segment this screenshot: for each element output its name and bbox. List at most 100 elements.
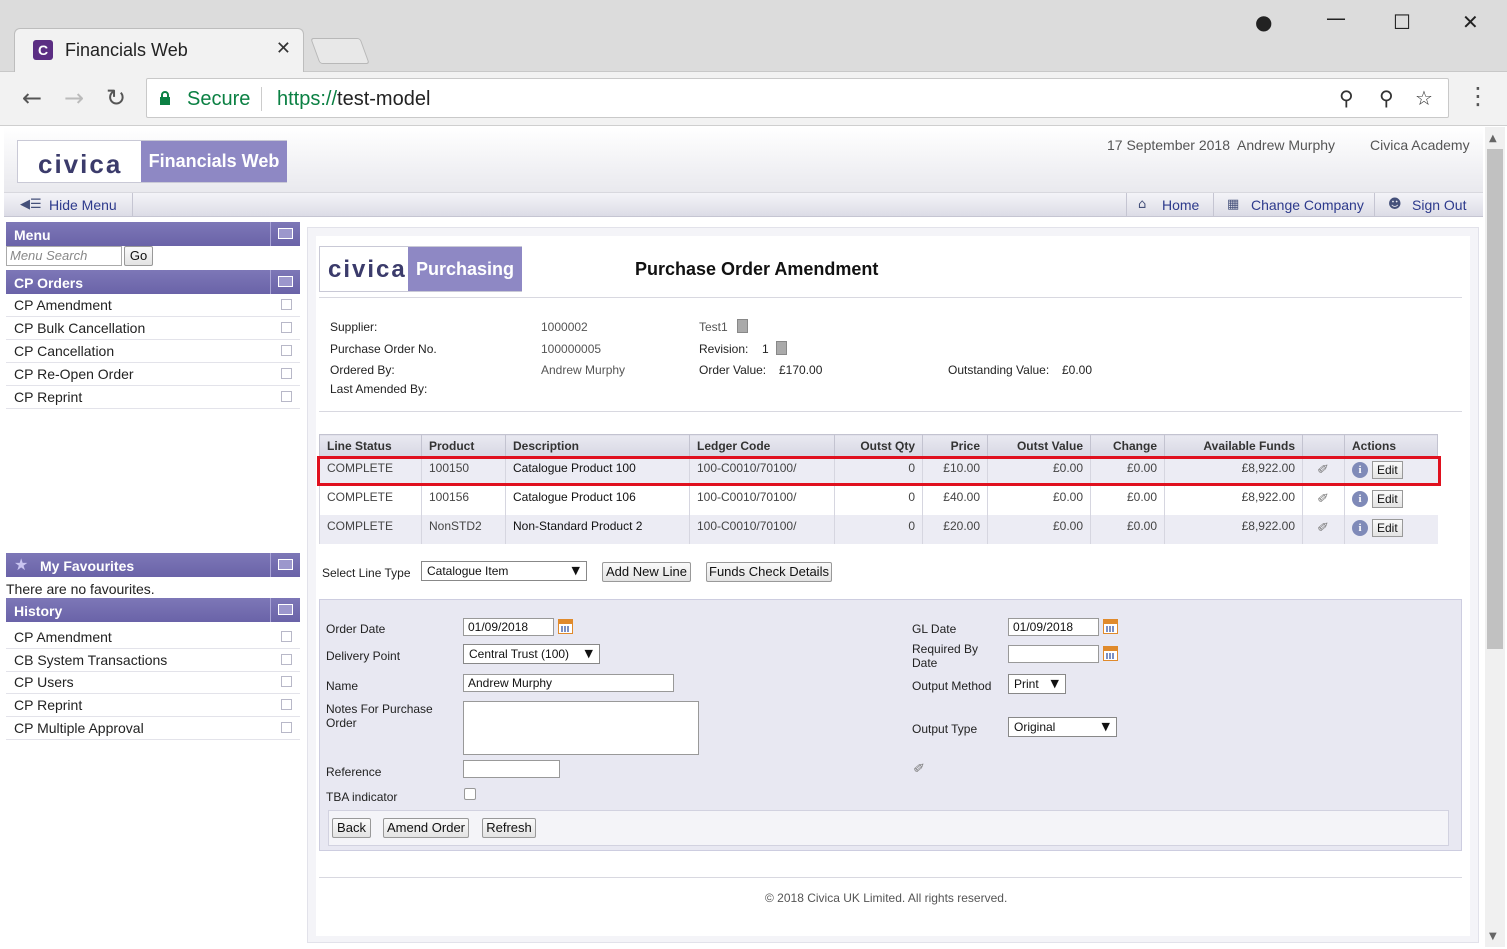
col-change[interactable]: Change — [1090, 434, 1165, 457]
external-link-icon[interactable] — [281, 345, 292, 356]
paperclip-icon[interactable]: ✏ — [910, 758, 929, 778]
home-link[interactable]: Home — [1162, 197, 1199, 213]
forward-arrow-icon[interactable]: → — [64, 84, 84, 112]
output-method-label: Output Method — [912, 679, 992, 693]
panel-toggle-icon[interactable] — [270, 598, 300, 622]
back-arrow-icon[interactable]: ← — [22, 84, 42, 112]
col-outst-value[interactable]: Outst Value — [987, 434, 1091, 457]
menu-search-go-button[interactable]: Go — [124, 246, 153, 266]
menu-search-input[interactable]: Menu Search — [6, 246, 122, 266]
document-icon[interactable] — [776, 341, 787, 355]
bookmark-star-icon[interactable]: ☆ — [1415, 86, 1433, 110]
col-description[interactable]: Description — [505, 434, 690, 457]
panel-toggle-icon[interactable] — [270, 222, 300, 246]
calendar-icon[interactable] — [1103, 646, 1118, 661]
delivery-point-select[interactable]: Central Trust (100) ▼ — [463, 644, 600, 664]
col-outst-qty[interactable]: Outst Qty — [834, 434, 923, 457]
tba-indicator-checkbox[interactable] — [464, 788, 476, 800]
history-header[interactable]: History — [6, 598, 300, 622]
cp-orders-header[interactable]: CP Orders — [6, 270, 300, 294]
window-close-icon[interactable]: ✕ — [1462, 10, 1479, 34]
paperclip-icon[interactable]: ✏ — [1314, 517, 1333, 537]
cell-qty: 0 — [834, 514, 923, 544]
notes-textarea[interactable] — [463, 701, 699, 755]
address-bar[interactable]: Secure https://test-model ⚲ ⚲ ☆ — [146, 78, 1449, 118]
back-button[interactable]: Back — [332, 818, 371, 838]
external-link-icon[interactable] — [281, 391, 292, 402]
scrollbar-thumb[interactable] — [1487, 149, 1503, 649]
external-link-icon[interactable] — [281, 722, 292, 733]
favourites-header[interactable]: ★ My Favourites — [6, 553, 300, 577]
menu-item-cp-reprint[interactable]: CP Reprint — [6, 386, 300, 409]
output-type-select[interactable]: Original ▼ — [1008, 717, 1117, 737]
order-date-input[interactable]: 01/09/2018 — [463, 618, 554, 636]
calendar-icon[interactable] — [1103, 619, 1118, 634]
browser-tab[interactable]: C Financials Web ✕ — [14, 28, 304, 72]
external-link-icon[interactable] — [281, 654, 292, 665]
external-link-icon[interactable] — [281, 368, 292, 379]
tab-close-icon[interactable]: ✕ — [276, 38, 291, 59]
external-link-icon[interactable] — [281, 676, 292, 687]
change-company-link[interactable]: Change Company — [1251, 197, 1364, 213]
refresh-button[interactable]: Refresh — [482, 818, 536, 838]
external-link-icon[interactable] — [281, 631, 292, 642]
amend-order-button[interactable]: Amend Order — [383, 818, 469, 838]
line-type-select[interactable]: Catalogue Item ▼ — [421, 561, 587, 581]
panel-toggle-icon[interactable] — [270, 553, 300, 577]
reference-input[interactable] — [463, 760, 560, 778]
edit-button[interactable]: Edit — [1372, 489, 1403, 508]
maximize-icon[interactable]: ☐ — [1393, 10, 1411, 34]
hide-menu-icon[interactable]: ◀☰ — [20, 197, 42, 212]
info-icon[interactable]: i — [1352, 490, 1368, 507]
key-icon[interactable]: ⚲ — [1339, 86, 1354, 110]
external-link-icon[interactable] — [281, 322, 292, 333]
menu-item-cp-bulk-cancellation[interactable]: CP Bulk Cancellation — [6, 317, 300, 340]
name-input[interactable]: Andrew Murphy — [463, 674, 674, 692]
info-icon[interactable]: i — [1352, 519, 1368, 536]
zoom-icon[interactable]: ⚲ — [1379, 86, 1394, 110]
cell-funds: £8,922.00 — [1164, 485, 1303, 515]
calendar-icon[interactable] — [558, 619, 573, 634]
table-row[interactable]: COMPLETE NonSTD2 Non-Standard Product 2 … — [319, 514, 1438, 544]
sign-out-link[interactable]: Sign Out — [1412, 197, 1466, 213]
home-icon[interactable]: ⌂ — [1138, 197, 1146, 212]
table-row[interactable]: COMPLETE 100156 Catalogue Product 106 10… — [319, 485, 1438, 515]
document-icon[interactable] — [737, 319, 748, 333]
col-line-status[interactable]: Line Status — [319, 434, 422, 457]
col-price[interactable]: Price — [922, 434, 988, 457]
financials-web-logo: civica Financials Web — [17, 140, 287, 183]
external-link-icon[interactable] — [281, 699, 292, 710]
hide-menu-link[interactable]: Hide Menu — [49, 197, 117, 213]
col-product[interactable]: Product — [421, 434, 506, 457]
col-available-funds[interactable]: Available Funds — [1164, 434, 1303, 457]
menu-item-cp-cancellation[interactable]: CP Cancellation — [6, 340, 300, 363]
sign-out-icon[interactable]: ☻ — [1388, 197, 1402, 212]
new-tab-button[interactable] — [310, 38, 370, 64]
history-item-cb-system-transactions[interactable]: CB System Transactions — [6, 649, 300, 672]
history-item-cp-reprint[interactable]: CP Reprint — [6, 694, 300, 717]
menu-item-cp-re-open-order[interactable]: CP Re-Open Order — [6, 363, 300, 386]
scroll-up-icon[interactable]: ▲ — [1489, 133, 1497, 144]
reload-icon[interactable]: ↻ — [106, 84, 126, 112]
gl-date-input[interactable]: 01/09/2018 — [1008, 618, 1099, 636]
output-method-select[interactable]: Print ▼ — [1008, 674, 1066, 694]
building-icon[interactable]: ▦ — [1227, 197, 1239, 212]
scroll-down-icon[interactable]: ▼ — [1489, 931, 1497, 942]
edit-button[interactable]: Edit — [1372, 518, 1403, 537]
history-item-cp-users[interactable]: CP Users — [6, 671, 300, 694]
url-text[interactable]: https://test-model — [277, 88, 430, 111]
required-by-date-input[interactable] — [1008, 645, 1099, 663]
history-item-cp-amendment[interactable]: CP Amendment — [6, 626, 300, 649]
menu-item-cp-amendment[interactable]: CP Amendment — [6, 294, 300, 317]
col-ledger-code[interactable]: Ledger Code — [689, 434, 835, 457]
external-link-icon[interactable] — [281, 299, 292, 310]
paperclip-icon[interactable]: ✏ — [1314, 488, 1333, 508]
panel-toggle-icon[interactable] — [270, 270, 300, 294]
page-scrollbar[interactable]: ▲ ▼ — [1485, 127, 1505, 947]
add-new-line-button[interactable]: Add New Line — [602, 562, 691, 582]
chrome-menu-icon[interactable]: ⋮ — [1466, 82, 1490, 110]
funds-check-details-button[interactable]: Funds Check Details — [706, 562, 832, 582]
minimize-icon[interactable]: — — [1326, 6, 1346, 30]
profile-icon[interactable]: ● — [1255, 10, 1272, 34]
history-item-cp-multiple-approval[interactable]: CP Multiple Approval — [6, 717, 300, 740]
